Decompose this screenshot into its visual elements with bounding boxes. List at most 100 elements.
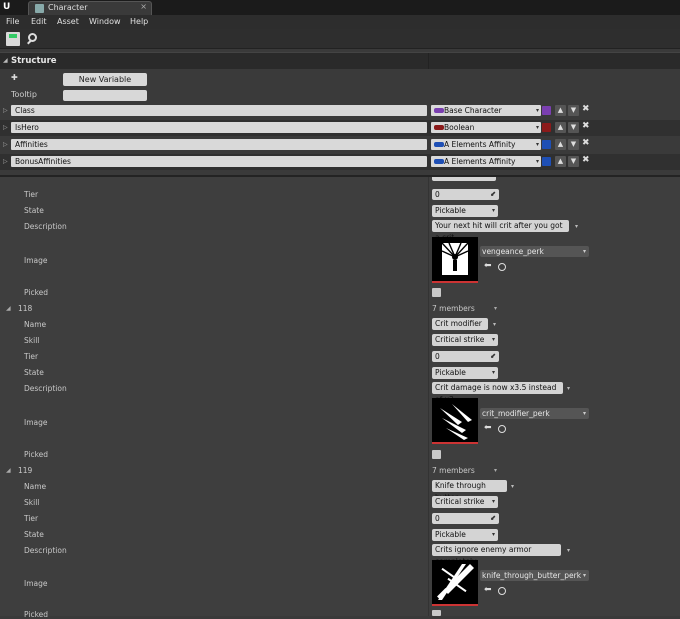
container-type-icon[interactable] xyxy=(542,157,551,166)
tier-value: 0 xyxy=(435,352,440,361)
tier-field[interactable]: 0 ⬋ xyxy=(432,189,499,200)
variable-name-field[interactable]: Class xyxy=(11,105,427,116)
move-down-button[interactable]: ▼ xyxy=(568,122,579,133)
description-field[interactable]: Crit damage is now x3.5 instead of x3 xyxy=(432,382,563,404)
variable-row: ▷ BonusAffinities A Elements Affinity ▾ … xyxy=(0,154,680,170)
move-up-button[interactable]: ▲ xyxy=(555,122,566,133)
delete-icon[interactable]: ✖ xyxy=(582,138,590,148)
spin-icon[interactable]: ⬋ xyxy=(490,513,496,524)
expand-icon[interactable]: ▷ xyxy=(3,141,8,148)
use-selected-icon[interactable]: ⬅ xyxy=(484,261,492,271)
tier-field[interactable]: 0 ⬋ xyxy=(432,513,499,524)
picked-checkbox[interactable] xyxy=(432,450,441,459)
picked-checkbox[interactable] xyxy=(432,288,441,297)
delete-icon[interactable]: ✖ xyxy=(582,104,590,114)
state-combo[interactable]: Pickable ▾ xyxy=(432,529,498,541)
dropdown-icon[interactable]: ▾ xyxy=(493,321,496,328)
dropdown-icon: ▾ xyxy=(491,207,495,214)
type-pill-icon xyxy=(434,142,444,147)
dropdown-icon[interactable]: ▾ xyxy=(567,385,570,392)
skill-combo[interactable]: Critical strike ▾ xyxy=(432,334,498,346)
tier-value: 0 xyxy=(435,190,440,199)
browse-icon[interactable] xyxy=(498,587,506,595)
move-up-button[interactable]: ▲ xyxy=(555,156,566,167)
move-up-button[interactable]: ▲ xyxy=(555,139,566,150)
container-type-icon[interactable] xyxy=(542,123,551,132)
image-asset-combo[interactable]: knife_through_butter_perk ▾ xyxy=(480,570,589,581)
container-type-icon[interactable] xyxy=(542,140,551,149)
skill-combo-partial[interactable] xyxy=(432,177,496,181)
spin-icon[interactable]: ⬋ xyxy=(490,351,496,362)
picked-label: Picked xyxy=(24,450,49,459)
description-field[interactable]: Your next hit will crit after you got a … xyxy=(432,220,569,242)
state-label: State xyxy=(24,206,44,215)
find-icon[interactable] xyxy=(26,32,40,46)
description-field[interactable]: Crits ignore enemy armor completely xyxy=(432,544,561,566)
move-up-button[interactable]: ▲ xyxy=(555,105,566,116)
picked-checkbox[interactable] xyxy=(432,610,441,616)
variable-name-field[interactable]: BonusAffinities xyxy=(11,156,427,167)
move-down-button[interactable]: ▼ xyxy=(568,139,579,150)
tier-label: Tier xyxy=(24,352,39,361)
variable-type-combo[interactable]: A Elements Affinity ▾ xyxy=(431,156,541,167)
dropdown-icon: ▾ xyxy=(535,141,539,148)
image-label: Image xyxy=(24,256,48,265)
tab-character[interactable]: Character × xyxy=(28,1,152,15)
image-asset-combo[interactable]: crit_modifier_perk ▾ xyxy=(480,408,589,419)
browse-icon[interactable] xyxy=(498,263,506,271)
structure-header[interactable]: ◢ Structure xyxy=(0,52,680,70)
dropdown-icon[interactable]: ▾ xyxy=(567,547,570,554)
dropdown-icon[interactable]: ▾ xyxy=(494,467,497,474)
delete-icon[interactable]: ✖ xyxy=(582,155,590,165)
state-combo[interactable]: Pickable ▾ xyxy=(432,367,498,379)
collapse-arrow-icon[interactable]: ◢ xyxy=(6,305,11,312)
move-down-button[interactable]: ▼ xyxy=(568,156,579,167)
browse-icon[interactable] xyxy=(498,425,506,433)
move-down-button[interactable]: ▼ xyxy=(568,105,579,116)
new-variable-button[interactable]: New Variable xyxy=(63,73,147,86)
expand-icon[interactable]: ▷ xyxy=(3,158,8,165)
name-field[interactable]: Crit modifier xyxy=(432,318,488,330)
variable-type-label: A Elements Affinity xyxy=(444,140,516,149)
tooltip-input[interactable] xyxy=(63,90,147,101)
variable-row: ▷ Affinities A Elements Affinity ▾ ▲ ▼ ✖ xyxy=(0,137,680,153)
expand-icon[interactable]: ▷ xyxy=(3,124,8,131)
use-selected-icon[interactable]: ⬅ xyxy=(484,585,492,595)
collapse-arrow-icon[interactable]: ◢ xyxy=(6,467,11,474)
menu-help[interactable]: Help xyxy=(130,17,148,26)
crit-modifier-thumbnail[interactable] xyxy=(432,398,478,444)
menu-edit[interactable]: Edit xyxy=(31,17,47,26)
tier-field[interactable]: 0 ⬋ xyxy=(432,351,499,362)
delete-icon[interactable]: ✖ xyxy=(582,121,590,131)
menu-bar: File Edit Asset Window Help xyxy=(0,15,680,29)
state-label: State xyxy=(24,368,44,377)
dropdown-icon[interactable]: ▾ xyxy=(575,223,578,230)
menu-asset[interactable]: Asset xyxy=(57,17,79,26)
dropdown-icon[interactable]: ▾ xyxy=(494,305,497,312)
menu-file[interactable]: File xyxy=(6,17,19,26)
state-combo[interactable]: Pickable ▾ xyxy=(432,205,498,217)
dropdown-icon[interactable]: ▾ xyxy=(511,483,514,490)
default-values-panel xyxy=(0,177,680,616)
spin-icon[interactable]: ⬋ xyxy=(490,189,496,200)
menu-window[interactable]: Window xyxy=(89,17,121,26)
tier-label: Tier xyxy=(24,190,39,199)
collapse-arrow-icon: ◢ xyxy=(3,57,8,64)
variable-row: ▷ Class Base Character ▾ ▲ ▼ ✖ xyxy=(0,103,680,119)
variable-type-combo[interactable]: Boolean ▾ xyxy=(431,122,541,133)
knife-thumbnail[interactable] xyxy=(432,560,478,606)
save-icon[interactable] xyxy=(6,32,20,46)
variable-name-field[interactable]: IsHero xyxy=(11,122,427,133)
variable-type-combo[interactable]: Base Character ▾ xyxy=(431,105,541,116)
name-field[interactable]: Knife through butter xyxy=(432,480,507,502)
variable-name-field[interactable]: Affinities xyxy=(11,139,427,150)
close-icon[interactable]: × xyxy=(140,2,147,11)
container-type-icon[interactable] xyxy=(542,106,551,115)
column-divider[interactable] xyxy=(428,177,429,616)
vengeance-thumbnail[interactable] xyxy=(432,237,478,283)
image-asset-combo[interactable]: vengeance_perk ▾ xyxy=(480,246,589,257)
expand-icon[interactable]: ▷ xyxy=(3,107,8,114)
variable-type-combo[interactable]: A Elements Affinity ▾ xyxy=(431,139,541,150)
use-selected-icon[interactable]: ⬅ xyxy=(484,423,492,433)
skill-combo[interactable]: Critical strike ▾ xyxy=(432,496,498,508)
